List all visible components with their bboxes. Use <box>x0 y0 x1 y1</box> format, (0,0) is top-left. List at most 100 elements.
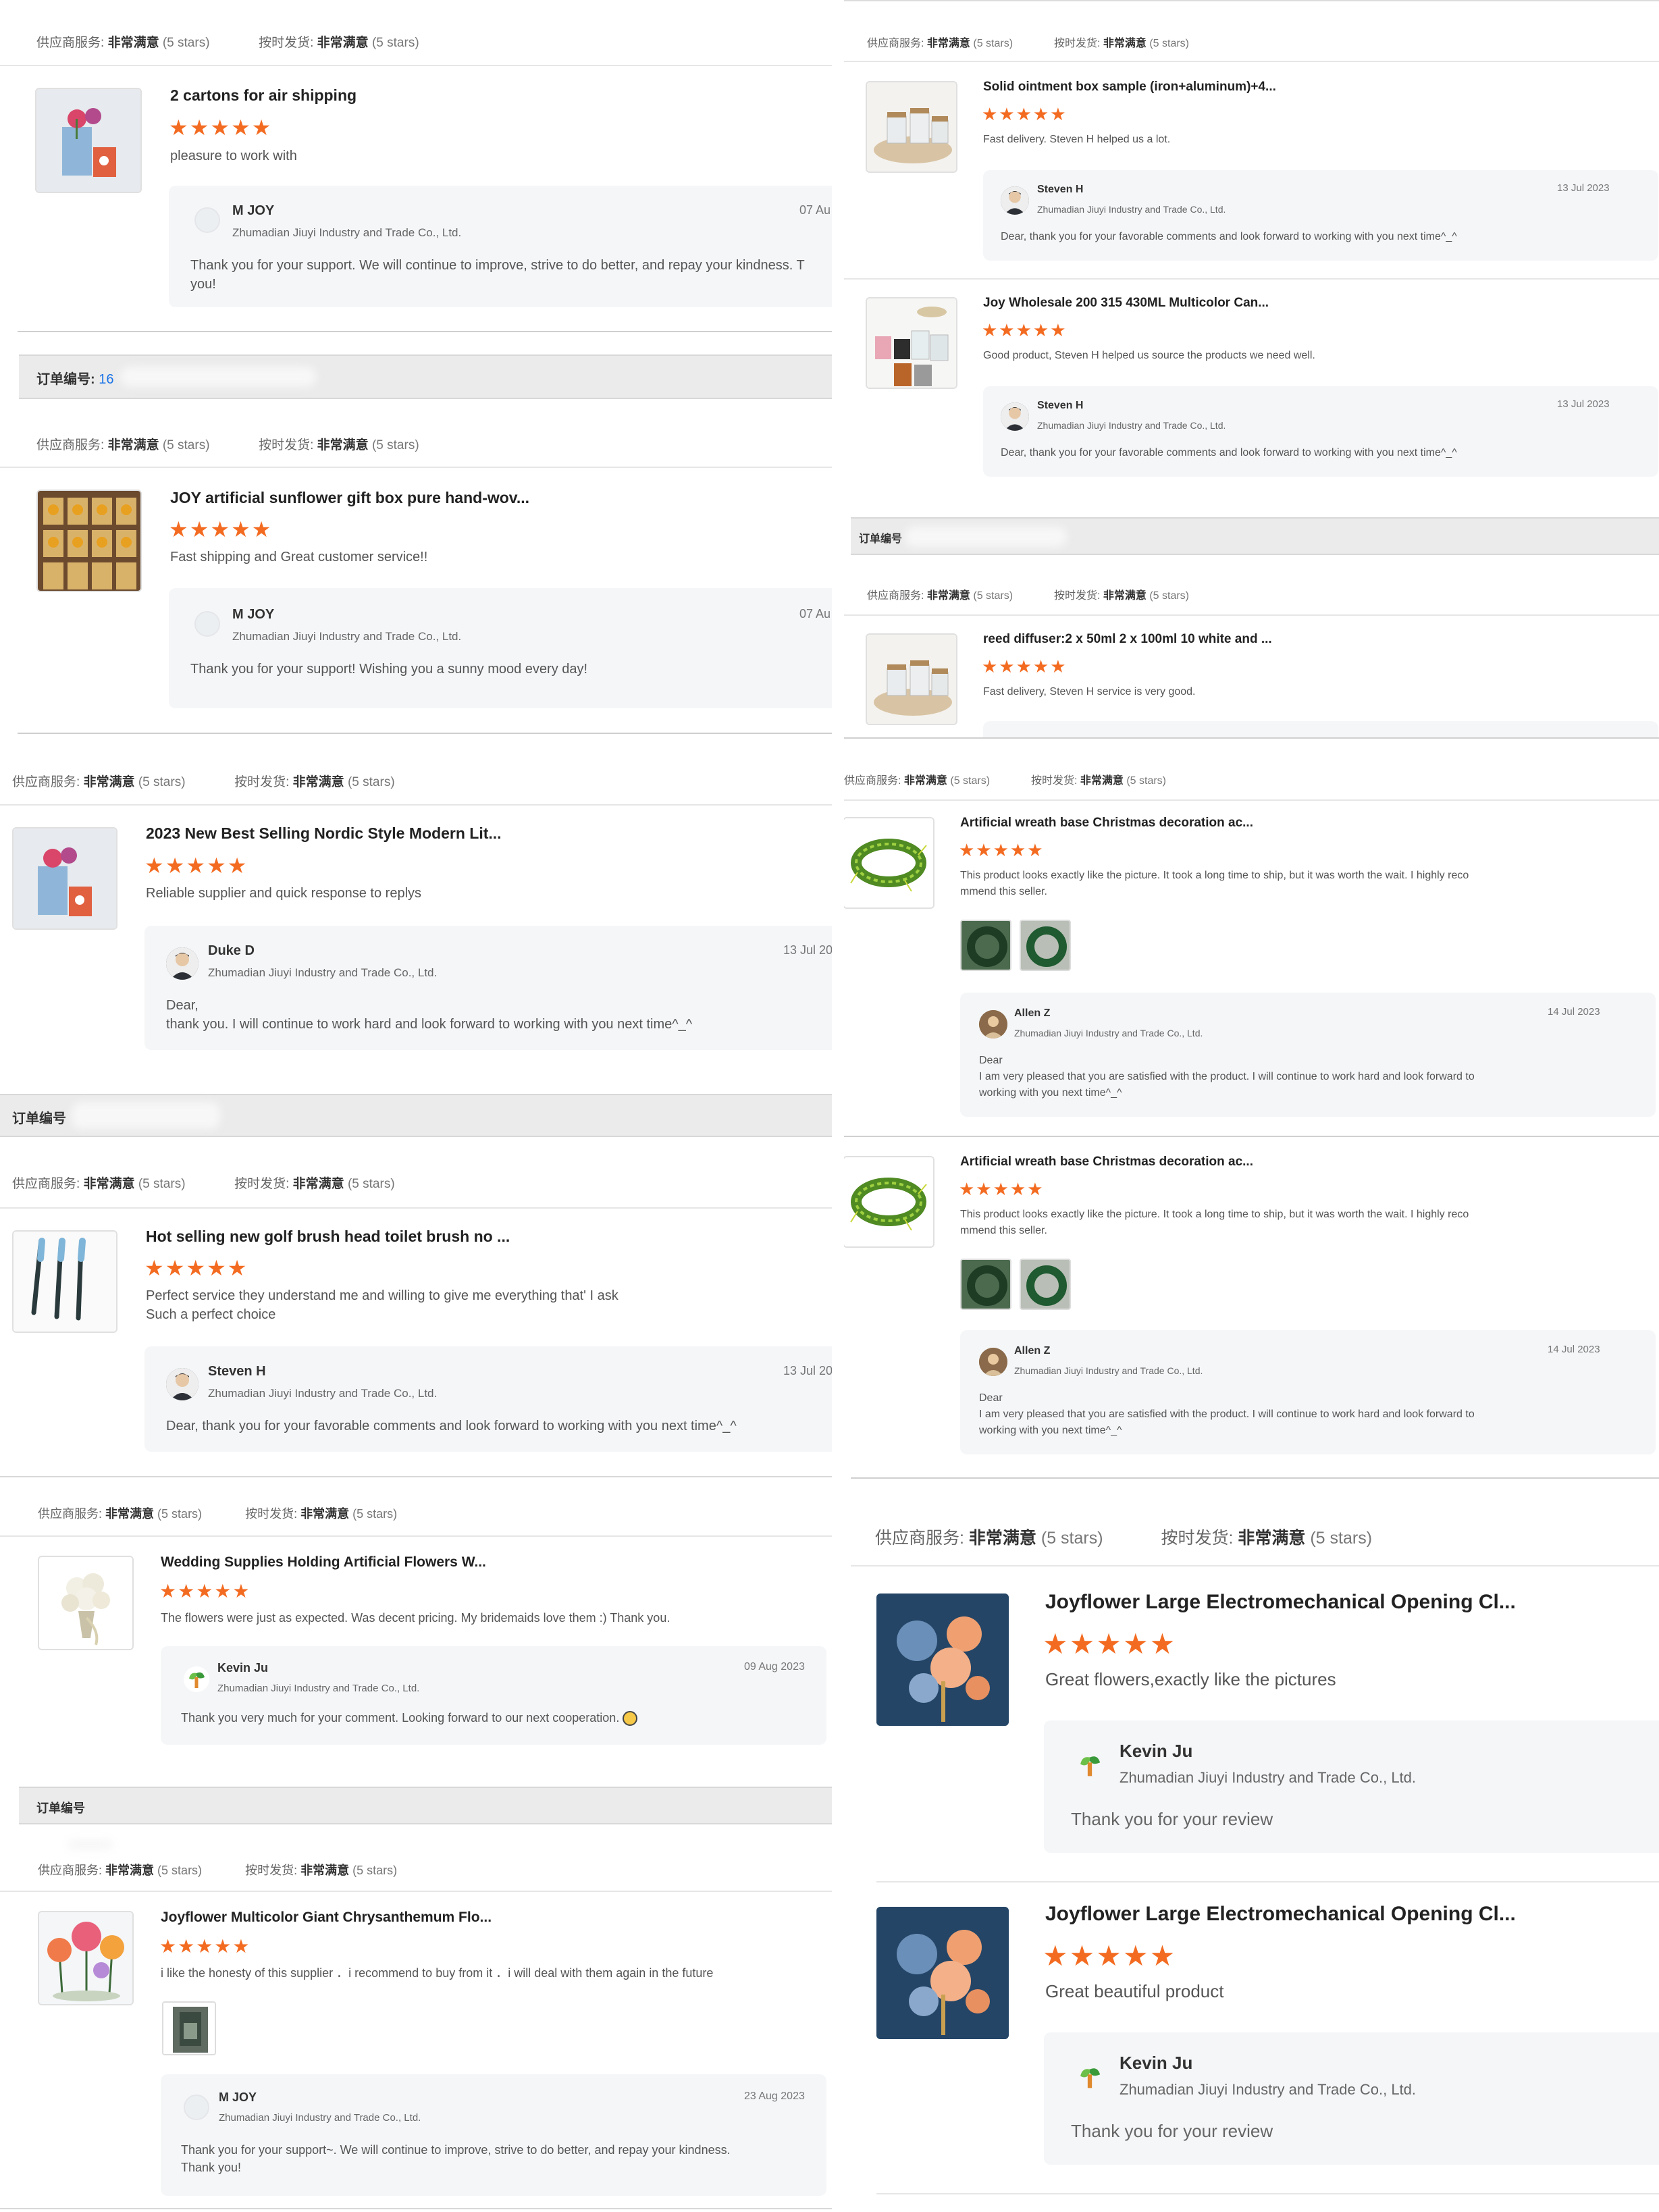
product-title[interactable]: Artificial wreath base Christmas decorat… <box>960 1155 1253 1169</box>
service-stars-text: (5 stars) <box>138 775 186 789</box>
delivery-stars-text: (5 stars) <box>371 36 419 50</box>
reply-company: Zhumadian Jiuyi Industry and Trade Co., … <box>1120 2081 1417 2098</box>
divider <box>851 1477 1659 1479</box>
review-block-l2: 供应商服务: 非常满意 (5 stars) 按时发货: 非常满意 (5 star… <box>0 399 832 737</box>
order-number-value[interactable]: 16 <box>99 372 113 387</box>
divider <box>843 1136 1659 1137</box>
review-photo[interactable] <box>960 920 1011 971</box>
avatar <box>1074 1749 1106 1781</box>
left-column: 供应商服务: 非常满意 (5 stars) 按时发货: 非常满意 (5 star… <box>0 0 832 2212</box>
product-title[interactable]: 2023 New Best Selling Nordic Style Moder… <box>146 824 502 843</box>
reply-date: 07 Au <box>799 203 831 217</box>
product-title[interactable]: reed diffuser:2 x 50ml 2 x 100ml 10 whit… <box>983 632 1272 647</box>
review-comment-line1: This product looks exactly like the pict… <box>960 1209 1469 1220</box>
service-label: 供应商服务: <box>867 38 924 49</box>
reply-company: Zhumadian Jiuyi Industry and Trade Co., … <box>232 226 462 239</box>
product-title[interactable]: Joyflower Multicolor Giant Chrysanthemum… <box>161 1910 492 1926</box>
divider <box>0 1891 832 1892</box>
product-thumbnail[interactable] <box>12 827 117 930</box>
seller-reply: M JOY Zhumadian Jiuyi Industry and Trade… <box>161 2074 826 2196</box>
ratings-row: 供应商服务: 非常满意 (5 stars) 按时发货: 非常满意 (5 star… <box>875 1525 1372 1549</box>
product-thumbnail[interactable] <box>38 1556 134 1650</box>
delivery-stars-text: (5 stars) <box>1310 1529 1373 1548</box>
divider <box>0 65 832 66</box>
service-label: 供应商服务: <box>12 1177 80 1191</box>
review-comment-line2: mmend this seller. <box>960 886 1047 897</box>
product-thumbnail[interactable] <box>38 1911 134 2005</box>
reply-date: 14 Jul 2023 <box>1548 1344 1600 1355</box>
reply-text-line2: I am very pleased that you are satisfied… <box>979 1071 1475 1082</box>
review-photo[interactable] <box>1020 1259 1071 1310</box>
review-photo[interactable] <box>1020 920 1071 971</box>
reply-author: Allen Z <box>1014 1007 1051 1019</box>
product-thumbnail[interactable] <box>866 633 957 725</box>
product-thumbnail[interactable] <box>843 817 934 909</box>
rating-stars: ★★★★★ <box>982 320 1068 340</box>
order-label: 订单编号 <box>859 533 903 545</box>
seller-reply: Kevin Ju Zhumadian Jiuyi Industry and Tr… <box>1044 2032 1659 2165</box>
seller-reply: Kevin Ju Zhumadian Jiuyi Industry and Tr… <box>161 1646 826 1745</box>
redaction <box>905 527 1067 547</box>
seller-reply: Steven H Zhumadian Jiuyi Industry and Tr… <box>983 170 1658 261</box>
product-title[interactable]: Solid ointment box sample (iron+aluminum… <box>983 80 1276 95</box>
delivery-value: 非常满意 <box>292 1177 344 1191</box>
product-thumbnail[interactable] <box>876 1907 1009 2039</box>
product-thumbnail[interactable] <box>843 1156 934 1248</box>
reply-company: Zhumadian Jiuyi Industry and Trade Co., … <box>208 966 438 979</box>
reply-company: Zhumadian Jiuyi Industry and Trade Co., … <box>208 1387 438 1400</box>
divider <box>0 467 832 468</box>
product-title[interactable]: Joyflower Large Electromechanical Openin… <box>1045 1591 1516 1614</box>
product-thumbnail[interactable] <box>866 297 957 389</box>
reply-text: Thank you very much for your comment. Lo… <box>181 1711 620 1724</box>
rating-stars: ★★★★★ <box>169 115 273 140</box>
service-value: 非常满意 <box>83 775 135 789</box>
service-stars-text: (5 stars) <box>162 36 210 50</box>
service-value: 非常满意 <box>107 438 159 452</box>
service-value: 非常满意 <box>926 38 970 49</box>
reply-author: M JOY <box>219 2090 257 2104</box>
reply-company: Zhumadian Jiuyi Industry and Trade Co., … <box>1014 1365 1203 1376</box>
product-title[interactable]: Joy Wholesale 200 315 430ML Multicolor C… <box>983 296 1269 311</box>
review-block-l1: 供应商服务: 非常满意 (5 stars) 按时发货: 非常满意 (5 star… <box>0 0 832 368</box>
reply-text-line1: Dear, <box>166 998 199 1013</box>
review-comment: Reliable supplier and quick response to … <box>146 886 422 901</box>
avatar <box>194 207 220 233</box>
product-thumbnail[interactable] <box>866 81 957 173</box>
divider <box>18 733 832 734</box>
product-thumbnail[interactable] <box>36 490 142 592</box>
avatar <box>194 611 220 637</box>
review-photo[interactable] <box>960 1259 1011 1310</box>
product-title[interactable]: Joyflower Large Electromechanical Openin… <box>1045 1903 1516 1926</box>
seller-reply: M JOY Zhumadian Jiuyi Industry and Trade… <box>169 588 832 708</box>
product-title[interactable]: 2 cartons for air shipping <box>170 86 357 105</box>
rating-stars: ★★★★★ <box>144 1256 248 1280</box>
product-title[interactable]: JOY artificial sunflower gift box pure h… <box>170 489 529 507</box>
reply-date: 23 Aug 2023 <box>744 2090 805 2102</box>
reply-author: Kevin Ju <box>217 1661 269 1675</box>
product-title[interactable]: Wedding Supplies Holding Artificial Flow… <box>161 1554 486 1571</box>
review-photo[interactable] <box>162 2001 216 2055</box>
product-thumbnail[interactable] <box>876 1594 1009 1726</box>
divider <box>832 0 1659 1</box>
rating-stars: ★★★★★ <box>959 840 1045 860</box>
delivery-stars-text: (5 stars) <box>352 1864 398 1877</box>
product-title[interactable]: Artificial wreath base Christmas decorat… <box>960 816 1253 831</box>
service-value: 非常满意 <box>903 775 947 787</box>
reply-text-line3: working with you next time^_^ <box>979 1087 1122 1099</box>
divider <box>876 2193 1659 2194</box>
delivery-value: 非常满意 <box>317 438 369 452</box>
seller-reply-clipped <box>983 721 1658 737</box>
delivery-value: 非常满意 <box>1080 775 1124 787</box>
product-thumbnail[interactable] <box>35 88 142 193</box>
rating-stars: ★★★★★ <box>982 656 1068 677</box>
product-thumbnail[interactable] <box>12 1230 117 1333</box>
product-title[interactable]: Hot selling new golf brush head toilet b… <box>146 1228 510 1246</box>
order-label: 订单编号 <box>12 1111 66 1126</box>
delivery-value: 非常满意 <box>317 36 369 50</box>
delivery-label: 按时发货: <box>1053 38 1101 49</box>
reply-text: Thank you for your review <box>1071 1809 1273 1829</box>
delivery-value: 非常满意 <box>292 775 344 789</box>
delivery-stars-text: (5 stars) <box>371 438 419 452</box>
order-number-bar: 订单编号 <box>851 517 1659 555</box>
redaction <box>120 367 316 387</box>
